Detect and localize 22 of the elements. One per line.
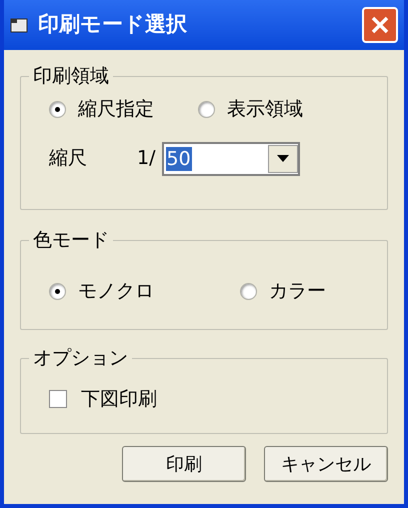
scale-prefix: 1/ <box>137 146 156 172</box>
radio-button[interactable] <box>49 282 66 300</box>
checkbox-label: 下図印刷 <box>81 387 157 412</box>
scale-label: 縮尺 <box>49 146 88 172</box>
checkbox[interactable] <box>49 390 67 408</box>
radio-label: 縮尺指定 <box>78 97 154 122</box>
radio-label: モノクロ <box>78 279 154 304</box>
close-button[interactable] <box>362 7 398 43</box>
radio-button[interactable] <box>49 100 66 118</box>
radio-button[interactable] <box>198 100 215 118</box>
dropdown-arrow-button[interactable] <box>268 144 298 172</box>
radio-label: 表示領域 <box>227 97 303 122</box>
scale-value: 50 <box>166 146 192 170</box>
window-title: 印刷モード選択 <box>38 11 188 38</box>
close-icon <box>371 16 389 34</box>
dialog-button[interactable]: 印刷 <box>122 446 246 482</box>
radio-label: カラー <box>269 279 326 304</box>
radio-button[interactable] <box>240 282 257 300</box>
caret-icon <box>276 155 288 162</box>
scale-dropdown[interactable]: 50 <box>162 142 300 176</box>
dialog-button[interactable]: キャンセル <box>264 446 388 482</box>
window-icon <box>10 17 28 33</box>
